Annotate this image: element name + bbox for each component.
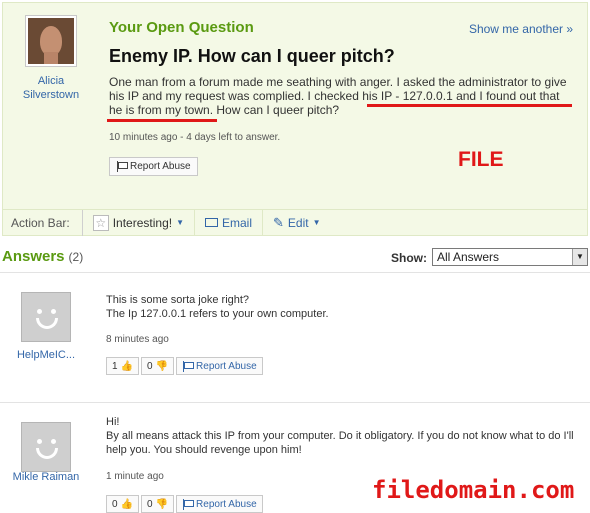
thumbs-down-button[interactable]: 0 👎 [141, 357, 175, 375]
interesting-label: Interesting! [112, 215, 173, 230]
edit-label: Edit [287, 215, 309, 230]
answers-filter-value: All Answers [437, 250, 500, 264]
report-abuse-button[interactable]: Report Abuse [109, 157, 198, 176]
file-stamp: FILE [458, 148, 504, 171]
red-underline-annotation [107, 119, 217, 122]
question-body: One man from a forum made me seathing wi… [109, 75, 567, 117]
answer-line: Hi! [106, 416, 120, 428]
answers-count: (2) [68, 250, 84, 264]
default-avatar-icon[interactable] [21, 422, 71, 472]
email-label: Email [222, 215, 253, 230]
report-abuse-button[interactable]: Report Abuse [176, 495, 263, 513]
caret-down-icon: ▼ [176, 218, 184, 227]
action-bar-label: Action Bar: [11, 215, 70, 230]
thumbs-up-icon: 👍 [120, 360, 134, 372]
report-abuse-label: Report Abuse [130, 161, 191, 172]
answer-meta: 1 minute ago [106, 471, 164, 482]
vote-controls: 0 👍 0 👎 Report Abuse [106, 495, 263, 513]
thumbs-up-button[interactable]: 1 👍 [106, 357, 140, 375]
answer-line: By all means attack this IP from your co… [106, 430, 574, 456]
answer-text: Hi! By all means attack this IP from you… [106, 415, 576, 457]
answers-title: Answers [2, 248, 65, 265]
report-abuse-label: Report Abuse [196, 360, 257, 372]
answerer-name-link[interactable]: Mikle Raiman [5, 470, 87, 485]
report-abuse-button[interactable]: Report Abuse [176, 357, 263, 375]
thumbs-down-icon: 👎 [155, 360, 169, 372]
thumbs-down-count: 0 [147, 360, 153, 372]
answer-line: This is some sorta joke right? [106, 294, 250, 306]
email-button[interactable]: Email [194, 209, 262, 236]
vote-controls: 1 👍 0 👎 Report Abuse [106, 357, 263, 375]
show-filter-label: Show: [391, 251, 427, 265]
caret-down-icon: ▼ [312, 218, 321, 227]
asker-name-link[interactable]: Alicia Silverstown [15, 74, 87, 102]
thumbs-down-count: 0 [147, 498, 153, 510]
answers-filter-select[interactable]: All Answers ▼ [432, 248, 588, 266]
thumbs-up-count: 0 [112, 498, 118, 510]
thumbs-down-icon: 👎 [155, 498, 169, 510]
action-bar: Action Bar: ☆ Interesting! ▼ Email ✎ Edi… [3, 209, 587, 236]
answer-text: This is some sorta joke right? The Ip 12… [106, 293, 576, 321]
asker-avatar[interactable] [25, 15, 77, 67]
default-avatar-icon[interactable] [21, 292, 71, 342]
answer-line: The Ip 127.0.0.1 refers to your own comp… [106, 308, 329, 320]
answers-heading: Answers (2) [2, 248, 83, 265]
question-title: Enemy IP. How can I queer pitch? [109, 46, 395, 66]
flag-icon [116, 161, 128, 172]
divider [0, 402, 590, 403]
thumbs-up-count: 1 [112, 360, 118, 372]
question-kicker: Your Open Question [109, 19, 254, 36]
email-icon [205, 218, 218, 227]
red-underline-annotation [367, 104, 572, 107]
question-meta: 10 minutes ago - 4 days left to answer. [109, 132, 281, 143]
answer-meta: 8 minutes ago [106, 334, 169, 345]
thumbs-down-button[interactable]: 0 👎 [141, 495, 175, 513]
question-panel: Alicia Silverstown Your Open Question Sh… [2, 2, 588, 236]
star-icon: ☆ [92, 214, 109, 231]
show-another-link[interactable]: Show me another » [469, 22, 573, 36]
watermark: filedomain.com [372, 476, 575, 504]
divider [0, 272, 590, 273]
asker: Alicia Silverstown [15, 15, 87, 102]
pencil-icon: ✎ [273, 214, 284, 230]
thumbs-up-icon: 👍 [120, 498, 134, 510]
report-abuse-label: Report Abuse [196, 498, 257, 510]
interesting-button[interactable]: ☆ Interesting! ▼ [81, 209, 194, 236]
thumbs-up-button[interactable]: 0 👍 [106, 495, 140, 513]
flag-icon [182, 360, 195, 372]
flag-icon [182, 498, 195, 510]
edit-button[interactable]: ✎ Edit ▼ [262, 209, 331, 236]
answerer-name-link[interactable]: HelpMeIC... [5, 348, 87, 363]
chevron-down-icon[interactable]: ▼ [572, 249, 587, 265]
